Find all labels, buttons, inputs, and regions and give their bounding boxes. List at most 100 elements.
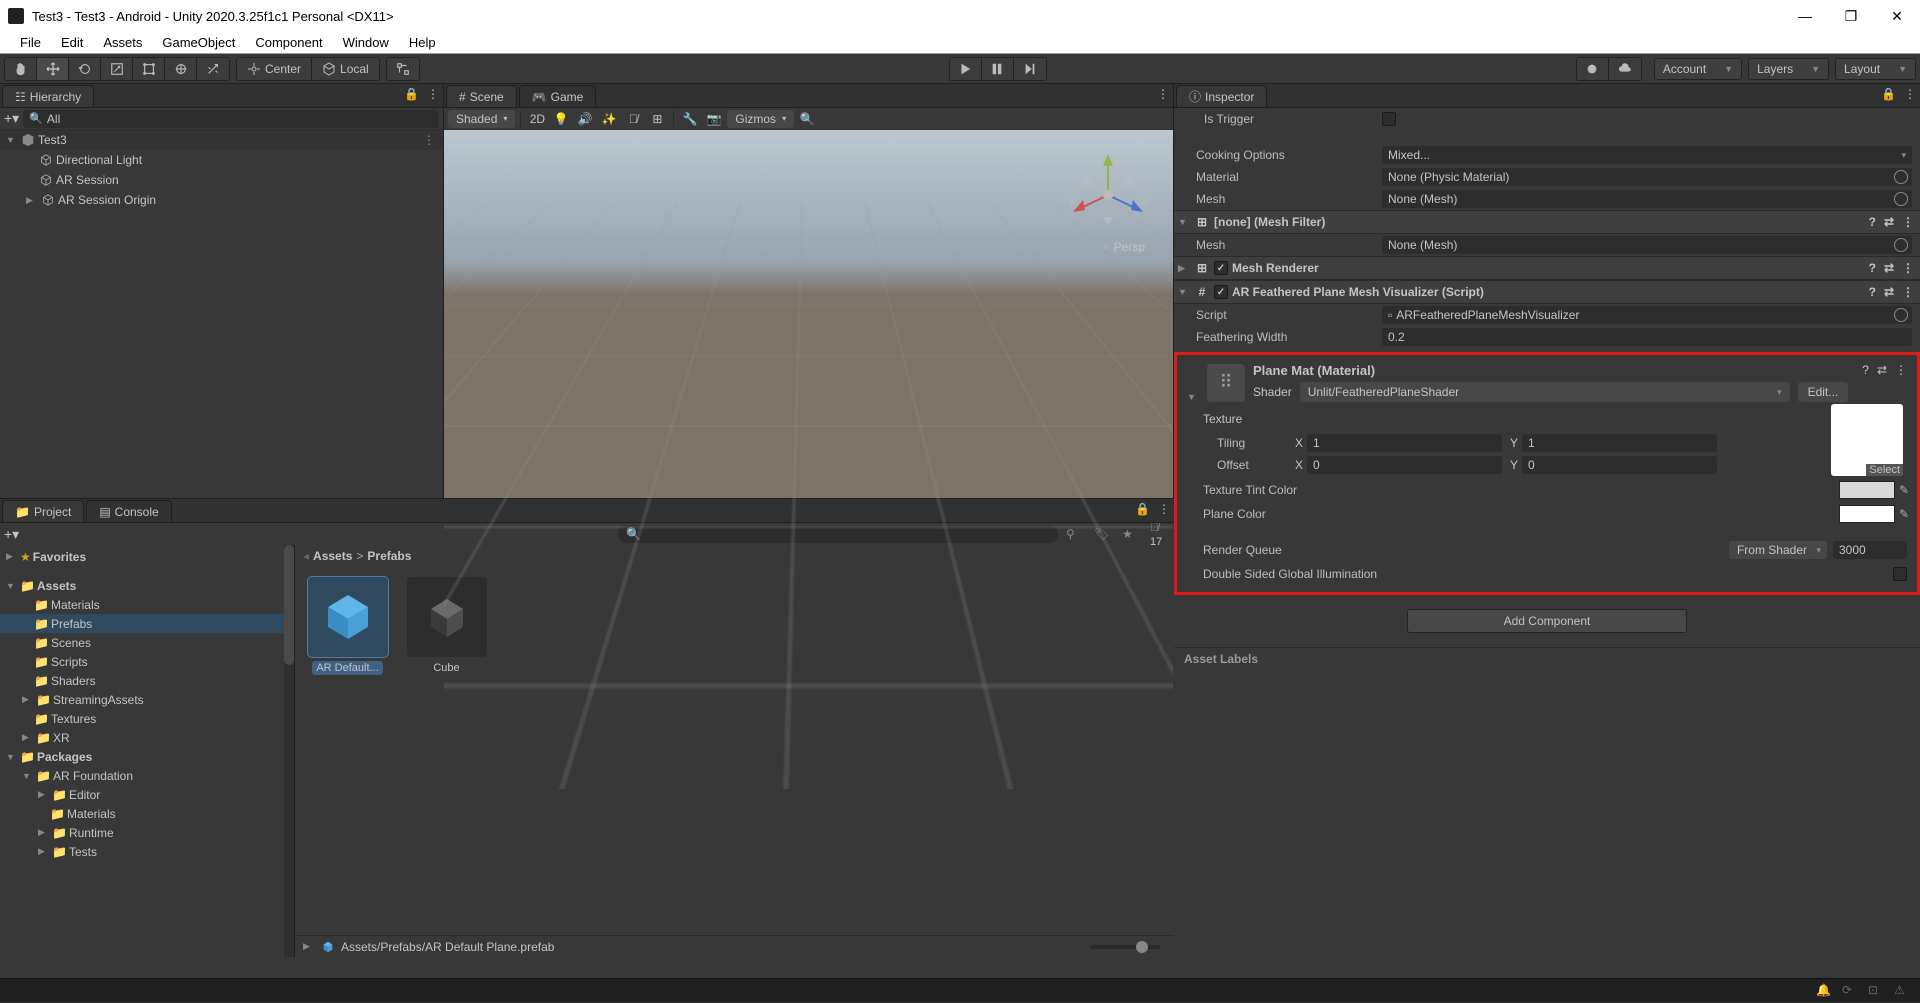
status-icon[interactable]: 🔔 [1816,983,1832,999]
hierarchy-item[interactable]: AR Session [0,170,443,190]
offset-y-field[interactable]: 0 [1522,456,1717,474]
layout-dropdown[interactable]: Layout▼ [1835,58,1916,80]
lighting-toggle[interactable]: 💡 [550,110,572,128]
texture-slot[interactable]: Select [1831,404,1903,476]
project-tab[interactable]: 📁 Project [2,500,84,522]
create-dropdown[interactable]: +▾ [4,526,19,543]
rect-tool-button[interactable] [133,58,165,80]
render-queue-field[interactable]: 3000 [1833,541,1907,559]
packages-folder[interactable]: ▼📁 Packages [0,747,294,766]
menu-icon[interactable]: ⋮ [1904,87,1916,101]
gizmos-dropdown[interactable]: Gizmos▾ [727,110,794,128]
filter-type-icon[interactable]: ⚲ [1066,527,1086,541]
hierarchy-search[interactable]: 🔍 All [23,110,439,128]
mesh-renderer-header[interactable]: ▶⊞✓Mesh Renderer?⇄⋮ [1174,256,1920,280]
mesh-field[interactable]: None (Mesh) [1382,236,1912,254]
offset-x-field[interactable]: 0 [1307,456,1502,474]
folder-row[interactable]: 📁 Scenes [0,633,294,652]
step-button[interactable] [1014,58,1046,80]
cloud-button[interactable] [1609,58,1641,80]
collab-button[interactable] [1577,58,1609,80]
minimize-button[interactable]: — [1782,0,1828,32]
hidden-toggle[interactable]: 👁̸ [622,110,644,128]
folder-row[interactable]: 📁 Scripts [0,652,294,671]
menu-help[interactable]: Help [401,35,444,50]
pause-button[interactable] [982,58,1014,80]
menu-gameobject[interactable]: GameObject [154,35,243,50]
asset-item[interactable]: AR Default... [305,577,390,675]
maximize-button[interactable]: ❐ [1828,0,1874,32]
inspector-tab[interactable]: ⓘ Inspector [1176,85,1267,107]
game-tab[interactable]: 🎮 Game [519,85,597,107]
folder-row[interactable]: 📁 Shaders [0,671,294,690]
create-dropdown[interactable]: +▾ [4,110,19,127]
scene-tab[interactable]: # Scene [446,85,517,107]
menu-icon[interactable]: ⋮ [427,87,439,101]
fx-toggle[interactable]: ✨ [598,110,620,128]
move-tool-button[interactable] [37,58,69,80]
draw-mode-dropdown[interactable]: Shaded▾ [448,110,515,128]
status-icon[interactable]: ⟳ [1842,983,1858,999]
shader-edit-button[interactable]: Edit... [1798,382,1849,402]
tint-color-swatch[interactable] [1839,481,1895,499]
folder-row[interactable]: 📁 Materials [0,595,294,614]
menu-file[interactable]: File [12,35,49,50]
folder-row[interactable]: 📁 Materials [0,804,294,823]
pivot-mode-button[interactable]: Center [237,58,312,80]
rotate-tool-button[interactable] [69,58,101,80]
grid-toggle[interactable]: ⊞ [646,110,668,128]
filter-label-icon[interactable]: 🏷 [1094,527,1114,541]
persp-label[interactable]: ≡ Persp [1103,240,1145,254]
scale-tool-button[interactable] [101,58,133,80]
mesh-filter-header[interactable]: ▼⊞[none] (Mesh Filter)?⇄⋮ [1174,210,1920,234]
tiling-y-field[interactable]: 1 [1522,434,1717,452]
material-field[interactable]: None (Physic Material) [1382,168,1912,186]
tiling-x-field[interactable]: 1 [1307,434,1502,452]
folder-row[interactable]: ▼📁 AR Foundation [0,766,294,785]
asset-labels-header[interactable]: Asset Labels [1174,647,1920,669]
custom-tool-button[interactable] [197,58,229,80]
hierarchy-item[interactable]: ▶AR Session Origin [0,190,443,210]
audio-toggle[interactable]: 🔊 [574,110,596,128]
pivot-rotation-button[interactable]: Local [312,58,379,80]
hidden-icon[interactable]: 👁̸17 [1150,520,1170,548]
folder-row[interactable]: ▶📁 StreamingAssets [0,690,294,709]
feather-field[interactable]: 0.2 [1382,328,1912,346]
favorites-row[interactable]: ▶★ Favorites [0,547,294,566]
dsgi-checkbox[interactable] [1893,567,1907,581]
layers-dropdown[interactable]: Layers▼ [1748,58,1829,80]
lock-icon[interactable]: 🔒 [1135,502,1150,516]
tools-icon[interactable]: 🔧 [679,110,701,128]
eyedropper-icon[interactable]: ✎ [1895,483,1913,497]
asset-item[interactable]: Cube [404,577,489,675]
lock-icon[interactable]: 🔒 [404,87,419,101]
transform-tool-button[interactable] [165,58,197,80]
menu-component[interactable]: Component [247,35,330,50]
breadcrumb[interactable]: ◂ Assets > Prefabs [295,545,1174,567]
mesh-field[interactable]: None (Mesh) [1382,190,1912,208]
menu-edit[interactable]: Edit [53,35,91,50]
snap-button[interactable] [387,58,419,80]
is-trigger-checkbox[interactable] [1382,112,1396,126]
account-dropdown[interactable]: Account▼ [1654,58,1742,80]
orientation-gizmo[interactable]: x y z [1063,150,1153,240]
add-component-button[interactable]: Add Component [1407,609,1687,633]
camera-icon[interactable]: 📷 [703,110,725,128]
hierarchy-tab[interactable]: ☷ Hierarchy [2,85,94,107]
close-button[interactable]: ✕ [1874,0,1920,32]
lock-icon[interactable]: 🔒 [1881,87,1896,101]
mesh-renderer-enable[interactable]: ✓ [1214,261,1228,275]
thumbnail-size-slider[interactable] [1090,945,1160,949]
shader-dropdown[interactable]: Unlit/FeatheredPlaneShader [1300,382,1790,402]
assets-folder[interactable]: ▼📁 Assets [0,576,294,595]
folder-row[interactable]: ▶📁 Runtime [0,823,294,842]
eyedropper-icon[interactable]: ✎ [1895,507,1913,521]
render-queue-dropdown[interactable]: From Shader [1729,541,1827,559]
search-icon[interactable]: 🔍 [796,110,818,128]
cooking-dropdown[interactable]: Mixed... [1382,146,1912,164]
folder-row[interactable]: ▶📁 XR [0,728,294,747]
play-button[interactable] [950,58,982,80]
folder-row[interactable]: ▶📁 Editor [0,785,294,804]
hierarchy-item[interactable]: Directional Light [0,150,443,170]
favorite-icon[interactable]: ★ [1122,527,1142,541]
